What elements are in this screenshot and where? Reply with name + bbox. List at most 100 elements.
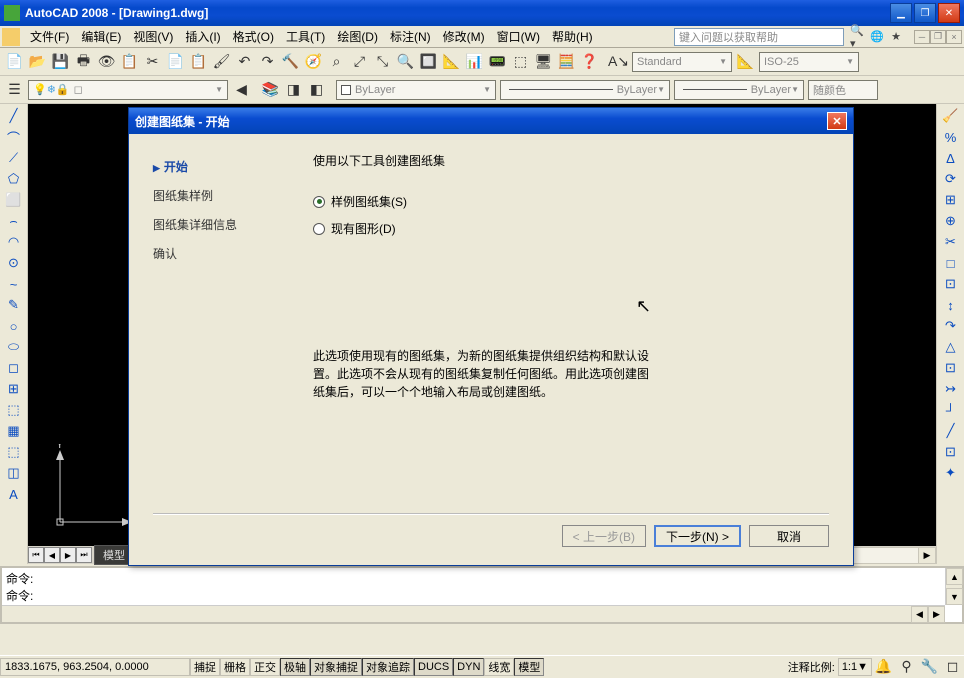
status-toggle-模型[interactable]: 模型 [514, 658, 544, 676]
toolbar-button[interactable]: 🔲 [417, 50, 440, 73]
toolbar-button[interactable]: 📄 [3, 50, 26, 73]
toolbar-button[interactable]: 🧮 [555, 50, 578, 73]
modify-tool-button[interactable]: ╱ [939, 421, 962, 441]
toolbar-button[interactable]: 📊 [463, 50, 486, 73]
draw-tool-button[interactable]: ◫ [2, 463, 25, 483]
window-maximize-button[interactable]: ❐ [914, 3, 936, 23]
modify-tool-button[interactable]: ⊡ [939, 274, 962, 294]
radio-sample-sheetset[interactable]: 样例图纸集(S) [313, 193, 829, 210]
toolbar-button[interactable]: 🔍 [394, 50, 417, 73]
lineweight-dropdown[interactable]: ByLayer▼ [674, 80, 804, 100]
back-button[interactable]: < 上一步(B) [562, 525, 646, 547]
nav-step-sample[interactable]: 图纸集样例 [153, 181, 273, 210]
linetype-dropdown[interactable]: ByLayer▼ [500, 80, 670, 100]
draw-tool-button[interactable]: ~ [2, 274, 25, 294]
nav-step-detail[interactable]: 图纸集详细信息 [153, 210, 273, 239]
status-toggle-线宽[interactable]: 线宽 [484, 658, 514, 676]
menu-format[interactable]: 格式(O) [227, 26, 280, 47]
toolbar-button[interactable]: ❓ [578, 50, 601, 73]
modify-tool-button[interactable]: ⊡ [939, 442, 962, 462]
draw-tool-button[interactable]: ⟋ [2, 148, 25, 168]
toolbar-button[interactable]: 💾 [49, 50, 72, 73]
nav-step-confirm[interactable]: 确认 [153, 239, 273, 268]
cancel-button[interactable]: 取消 [749, 525, 829, 547]
tab-nav-prev[interactable]: ◀ [44, 547, 60, 563]
annoscale-dropdown[interactable]: 1:1 ▼ [838, 658, 872, 676]
status-toggle-DUCS[interactable]: DUCS [414, 658, 453, 676]
tab-nav-last[interactable]: ⏭ [76, 547, 92, 563]
modify-tool-button[interactable]: ┘ [939, 400, 962, 420]
toolbar-button[interactable]: 🖌 [210, 50, 233, 73]
status-toggle-极轴[interactable]: 极轴 [280, 658, 310, 676]
workspace-switcher-icon[interactable] [2, 28, 20, 46]
toolbar-button[interactable]: ↷ [256, 50, 279, 73]
menu-insert[interactable]: 插入(I) [179, 26, 226, 47]
nav-step-begin[interactable]: 开始 [153, 152, 273, 181]
toolbar-button[interactable]: ⌕ [325, 50, 348, 73]
modify-tool-button[interactable]: ↣ [939, 379, 962, 399]
modify-tool-button[interactable]: % [939, 127, 962, 147]
menu-view[interactable]: 视图(V) [127, 26, 179, 47]
layer-manager-icon[interactable]: ☰ [3, 78, 26, 101]
layer-dropdown[interactable]: 💡❄🔒◻ ▼ [28, 80, 228, 100]
menu-window[interactable]: 窗口(W) [491, 26, 546, 47]
menu-file[interactable]: 文件(F) [24, 26, 75, 47]
modify-tool-button[interactable]: ✦ [939, 463, 962, 483]
draw-tool-button[interactable]: ⬚ [2, 400, 25, 420]
next-button[interactable]: 下一步(N) > [654, 525, 741, 547]
toolbar-button[interactable]: ↶ [233, 50, 256, 73]
status-toggle-对象捕捉[interactable]: 对象捕捉 [310, 658, 362, 676]
color-dropdown[interactable]: ByLayer▼ [336, 80, 496, 100]
draw-tool-button[interactable]: ⊙ [2, 253, 25, 273]
toolbar-button[interactable]: ⤢ [348, 50, 371, 73]
draw-tool-button[interactable]: ⬠ [2, 169, 25, 189]
clean-screen-icon[interactable]: ◻ [941, 655, 964, 678]
toolbar-button[interactable]: 📋 [187, 50, 210, 73]
status-toggle-DYN[interactable]: DYN [453, 658, 484, 676]
status-toggle-栅格[interactable]: 栅格 [220, 658, 250, 676]
radio-existing-drawings[interactable]: 现有图形(D) [313, 220, 829, 237]
layer-merge-icon[interactable]: ◧ [305, 78, 328, 101]
doc-minimize-button[interactable]: ─ [914, 30, 930, 44]
modify-tool-button[interactable]: △ [939, 337, 962, 357]
tab-nav-first[interactable]: ⏮ [28, 547, 44, 563]
favorites-icon[interactable]: ★ [888, 29, 904, 45]
dim-style-dropdown[interactable]: ISO-25▼ [759, 52, 859, 72]
toolbar-button[interactable]: 👁 [95, 50, 118, 73]
modify-tool-button[interactable]: ⊞ [939, 190, 962, 210]
dialog-close-button[interactable]: ✕ [827, 112, 847, 130]
text-style-dropdown[interactable]: Standard▼ [632, 52, 732, 72]
modify-tool-button[interactable]: 🧹 [939, 106, 962, 126]
command-window[interactable]: 命令: 命令: ▲ ▼ ◀▶ [0, 566, 964, 624]
modify-tool-button[interactable]: ⊕ [939, 211, 962, 231]
status-toggle-正交[interactable]: 正交 [250, 658, 280, 676]
draw-tool-button[interactable]: ◻ [2, 358, 25, 378]
modify-tool-button[interactable]: ↷ [939, 316, 962, 336]
modify-tool-button[interactable]: ✂ [939, 232, 962, 252]
toolbar-button[interactable]: 🧭 [302, 50, 325, 73]
draw-tool-button[interactable]: ⬚ [2, 442, 25, 462]
draw-tool-button[interactable]: ⊞ [2, 379, 25, 399]
coordinates-readout[interactable]: 1833.1675, 963.2504, 0.0000 [0, 658, 190, 676]
modify-tool-button[interactable]: ⟳ [939, 169, 962, 189]
status-toggle-捕捉[interactable]: 捕捉 [190, 658, 220, 676]
tab-nav-next[interactable]: ▶ [60, 547, 76, 563]
toolbar-button[interactable]: ⬚ [509, 50, 532, 73]
cmd-h-scrollbar[interactable]: ◀▶ [2, 605, 945, 622]
toolbar-button[interactable]: ⤡ [371, 50, 394, 73]
performance-tuner-icon[interactable]: 🔧 [918, 655, 941, 678]
menu-help[interactable]: 帮助(H) [546, 26, 599, 47]
doc-restore-button[interactable]: ❐ [930, 30, 946, 44]
menu-annotate[interactable]: 标注(N) [384, 26, 437, 47]
draw-tool-button[interactable]: ⬭ [2, 337, 25, 357]
toolbar-button[interactable]: 📟 [486, 50, 509, 73]
layer-prev-icon[interactable]: ◀ [230, 78, 253, 101]
anno-visibility-icon[interactable]: 🔔 [872, 655, 895, 678]
comm-center-icon[interactable]: 🌐 [869, 29, 885, 45]
toolbar-button[interactable]: 📐 [440, 50, 463, 73]
draw-tool-button[interactable]: ⬜ [2, 190, 25, 210]
modify-tool-button[interactable]: ↕ [939, 295, 962, 315]
toolbar-button[interactable]: 🖥 [532, 50, 555, 73]
draw-tool-button[interactable]: ▦ [2, 421, 25, 441]
dim-style-icon[interactable]: 📐 [734, 50, 757, 73]
